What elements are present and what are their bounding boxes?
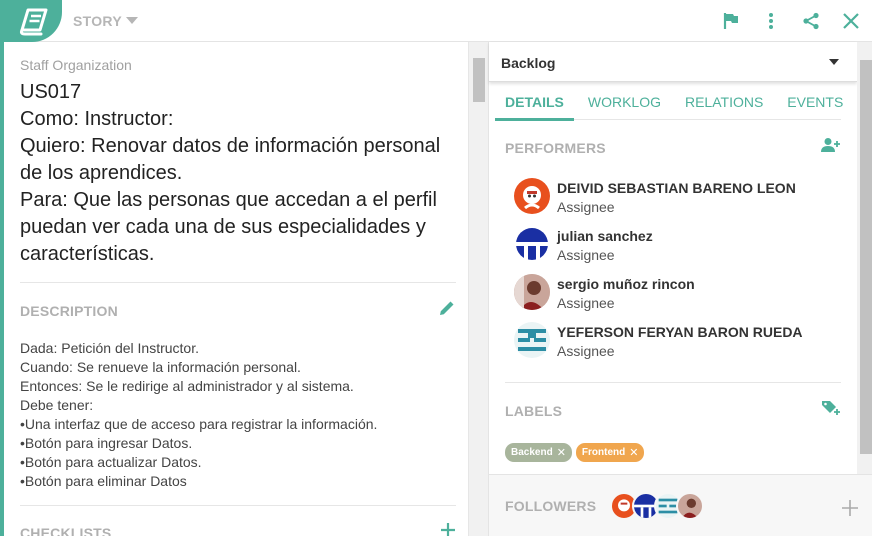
issue-type-dropdown[interactable]: STORY — [73, 13, 138, 29]
more-vert-icon[interactable] — [760, 10, 782, 32]
list-item[interactable]: julian sanchez Assignee — [514, 226, 841, 274]
top-actions — [720, 10, 862, 32]
followers-title: FOLLOWERS — [505, 497, 597, 514]
performer-role: Assignee — [557, 247, 615, 263]
book-icon — [19, 8, 48, 36]
label-text: Backend — [511, 447, 553, 458]
remove-label-icon[interactable]: ✕ — [629, 446, 638, 459]
flag-icon[interactable] — [720, 10, 742, 32]
status-value: Backlog — [501, 55, 556, 71]
performers-header: PERFORMERS — [505, 137, 841, 158]
add-checklist-icon[interactable] — [440, 522, 456, 536]
performer-name: sergio muñoz rincon — [557, 276, 695, 292]
label-chip[interactable]: Frontend ✕ — [575, 443, 645, 462]
tab-details[interactable]: DETAILS — [495, 83, 574, 121]
performers-title: PERFORMERS — [505, 139, 606, 156]
add-person-icon[interactable] — [821, 137, 841, 158]
close-icon[interactable] — [840, 10, 862, 32]
label-chip[interactable]: Backend ✕ — [505, 443, 572, 462]
chevron-down-icon — [125, 17, 138, 24]
checklists-header: CHECKLISTS — [20, 522, 456, 536]
chevron-down-icon — [829, 59, 839, 65]
add-label-icon[interactable] — [821, 399, 841, 422]
description-header: DESCRIPTION — [20, 299, 456, 322]
performer-name: julian sanchez — [557, 228, 653, 244]
story-main-panel: Staff Organization US017 Como: Instructo… — [4, 42, 468, 536]
details-tabs: DETAILS WORKLOG RELATIONS EVENTS — [495, 82, 843, 121]
description-text[interactable]: Dada: Petición del Instructor. Cuando: S… — [20, 339, 456, 506]
left-scrollbar[interactable] — [468, 42, 488, 536]
details-body: DETAILS WORKLOG RELATIONS EVENTS PERFORM… — [489, 82, 857, 536]
performer-role: Assignee — [557, 199, 615, 215]
remove-label-icon[interactable]: ✕ — [557, 446, 566, 459]
details-side-panel: DETAILS WORKLOG RELATIONS EVENTS PERFORM… — [488, 42, 872, 536]
labels-header: LABELS — [505, 399, 841, 422]
right-scrollbar-thumb[interactable] — [860, 60, 872, 454]
checklists-title: CHECKLISTS — [20, 524, 112, 536]
list-item[interactable]: sergio muñoz rincon Assignee — [514, 274, 841, 322]
list-item[interactable]: DEIVID SEBASTIAN BARENO LEON Assignee — [514, 178, 841, 226]
tab-relations[interactable]: RELATIONS — [675, 83, 773, 121]
tab-worklog[interactable]: WORKLOG — [578, 83, 671, 121]
followers-bar: FOLLOWERS — [489, 474, 872, 536]
tab-events[interactable]: EVENTS — [777, 83, 853, 121]
avatar — [514, 178, 550, 214]
performer-name: DEIVID SEBASTIAN BARENO LEON — [557, 180, 796, 196]
avatar — [514, 274, 550, 310]
performer-name: YEFERSON FERYAN BARON RUEDA — [557, 324, 803, 340]
description-title: DESCRIPTION — [20, 302, 118, 319]
avatar — [514, 226, 550, 262]
story-window: STORY Staff Organization US017 Como: Ins… — [0, 0, 872, 536]
status-dropdown[interactable]: Backlog — [489, 42, 857, 82]
edit-icon[interactable] — [438, 299, 456, 322]
issue-type-label: STORY — [73, 13, 122, 29]
top-bar: STORY — [4, 0, 872, 42]
labels-title: LABELS — [505, 402, 563, 419]
left-scrollbar-thumb[interactable] — [473, 58, 485, 102]
label-text: Frontend — [581, 447, 626, 458]
performer-role: Assignee — [557, 343, 615, 359]
add-follower-icon[interactable] — [841, 499, 859, 522]
story-type-badge — [4, 0, 62, 42]
labels-list: Backend ✕ Frontend ✕ — [505, 443, 841, 478]
performer-role: Assignee — [557, 295, 615, 311]
share-icon[interactable] — [800, 10, 822, 32]
story-title[interactable]: US017 Como: Instructor: Quiero: Renovar … — [20, 79, 456, 283]
project-name[interactable]: Staff Organization — [20, 57, 456, 73]
avatar[interactable] — [676, 491, 705, 520]
avatar — [514, 322, 550, 358]
right-scrollbar[interactable] — [857, 42, 872, 476]
list-item[interactable]: YEFERSON FERYAN BARON RUEDA Assignee — [514, 322, 841, 370]
performers-list: DEIVID SEBASTIAN BARENO LEON Assignee ju… — [505, 178, 841, 383]
